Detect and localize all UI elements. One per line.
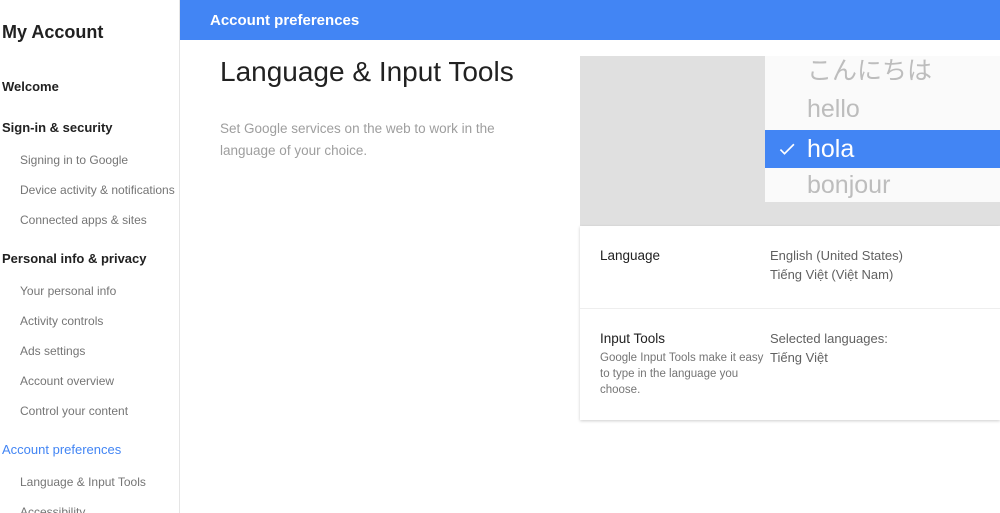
language-value-2: Tiếng Việt (Việt Nam) <box>770 267 980 282</box>
greeting-fr: bonjour <box>765 168 1000 202</box>
greeting-list: こんにちは hello hola bonjour <box>765 56 1000 202</box>
input-tools-selected-label: Selected languages: <box>770 331 980 346</box>
sidebar-item-connected-apps[interactable]: Connected apps & sites <box>0 205 179 235</box>
input-tools-sub: Google Input Tools make it easy to type … <box>600 350 770 398</box>
input-tools-values: Selected languages: Tiếng Việt <box>770 331 980 398</box>
header-title: Account preferences <box>210 12 359 29</box>
greeting-es-selected: hola <box>765 130 1000 168</box>
check-icon <box>777 139 797 159</box>
sidebar-item-control-content[interactable]: Control your content <box>0 396 179 426</box>
input-tools-label: Input Tools Google Input Tools make it e… <box>600 331 770 398</box>
sidebar-item-activity-controls[interactable]: Activity controls <box>0 306 179 336</box>
main-content: Account preferences Language & Input Too… <box>180 0 1000 513</box>
sidebar-item-personal-info[interactable]: Your personal info <box>0 276 179 306</box>
language-values: English (United States) Tiếng Việt (Việt… <box>770 248 980 286</box>
language-value-1: English (United States) <box>770 248 980 263</box>
brand-title: My Account <box>0 0 179 63</box>
sidebar-section-signin[interactable]: Sign-in & security <box>0 104 179 145</box>
input-tools-selected-value: Tiếng Việt <box>770 350 980 365</box>
settings-card: Language English (United States) Tiếng V… <box>580 226 1000 420</box>
sidebar: My Account Welcome Sign-in & security Si… <box>0 0 180 513</box>
header-bar: Account preferences <box>180 0 1000 40</box>
greeting-en: hello <box>765 92 1000 130</box>
sidebar-item-ads-settings[interactable]: Ads settings <box>0 336 179 366</box>
sidebar-item-account-overview[interactable]: Account overview <box>0 366 179 396</box>
sidebar-item-language-input[interactable]: Language & Input Tools <box>0 467 179 497</box>
card-row-language[interactable]: Language English (United States) Tiếng V… <box>580 226 1000 309</box>
sidebar-section-welcome[interactable]: Welcome <box>0 63 179 104</box>
greeting-jp: こんにちは <box>765 56 1000 92</box>
sidebar-item-accessibility[interactable]: Accessibility <box>0 497 179 513</box>
page-description: Set Google services on the web to work i… <box>220 118 520 161</box>
card-row-input-tools[interactable]: Input Tools Google Input Tools make it e… <box>580 309 1000 420</box>
sidebar-item-device-activity[interactable]: Device activity & notifications <box>0 175 179 205</box>
page-title: Language & Input Tools <box>220 56 580 88</box>
sidebar-section-personal[interactable]: Personal info & privacy <box>0 235 179 276</box>
sidebar-item-signing-in[interactable]: Signing in to Google <box>0 145 179 175</box>
sidebar-section-preferences[interactable]: Account preferences <box>0 426 179 467</box>
language-label: Language <box>600 248 770 286</box>
